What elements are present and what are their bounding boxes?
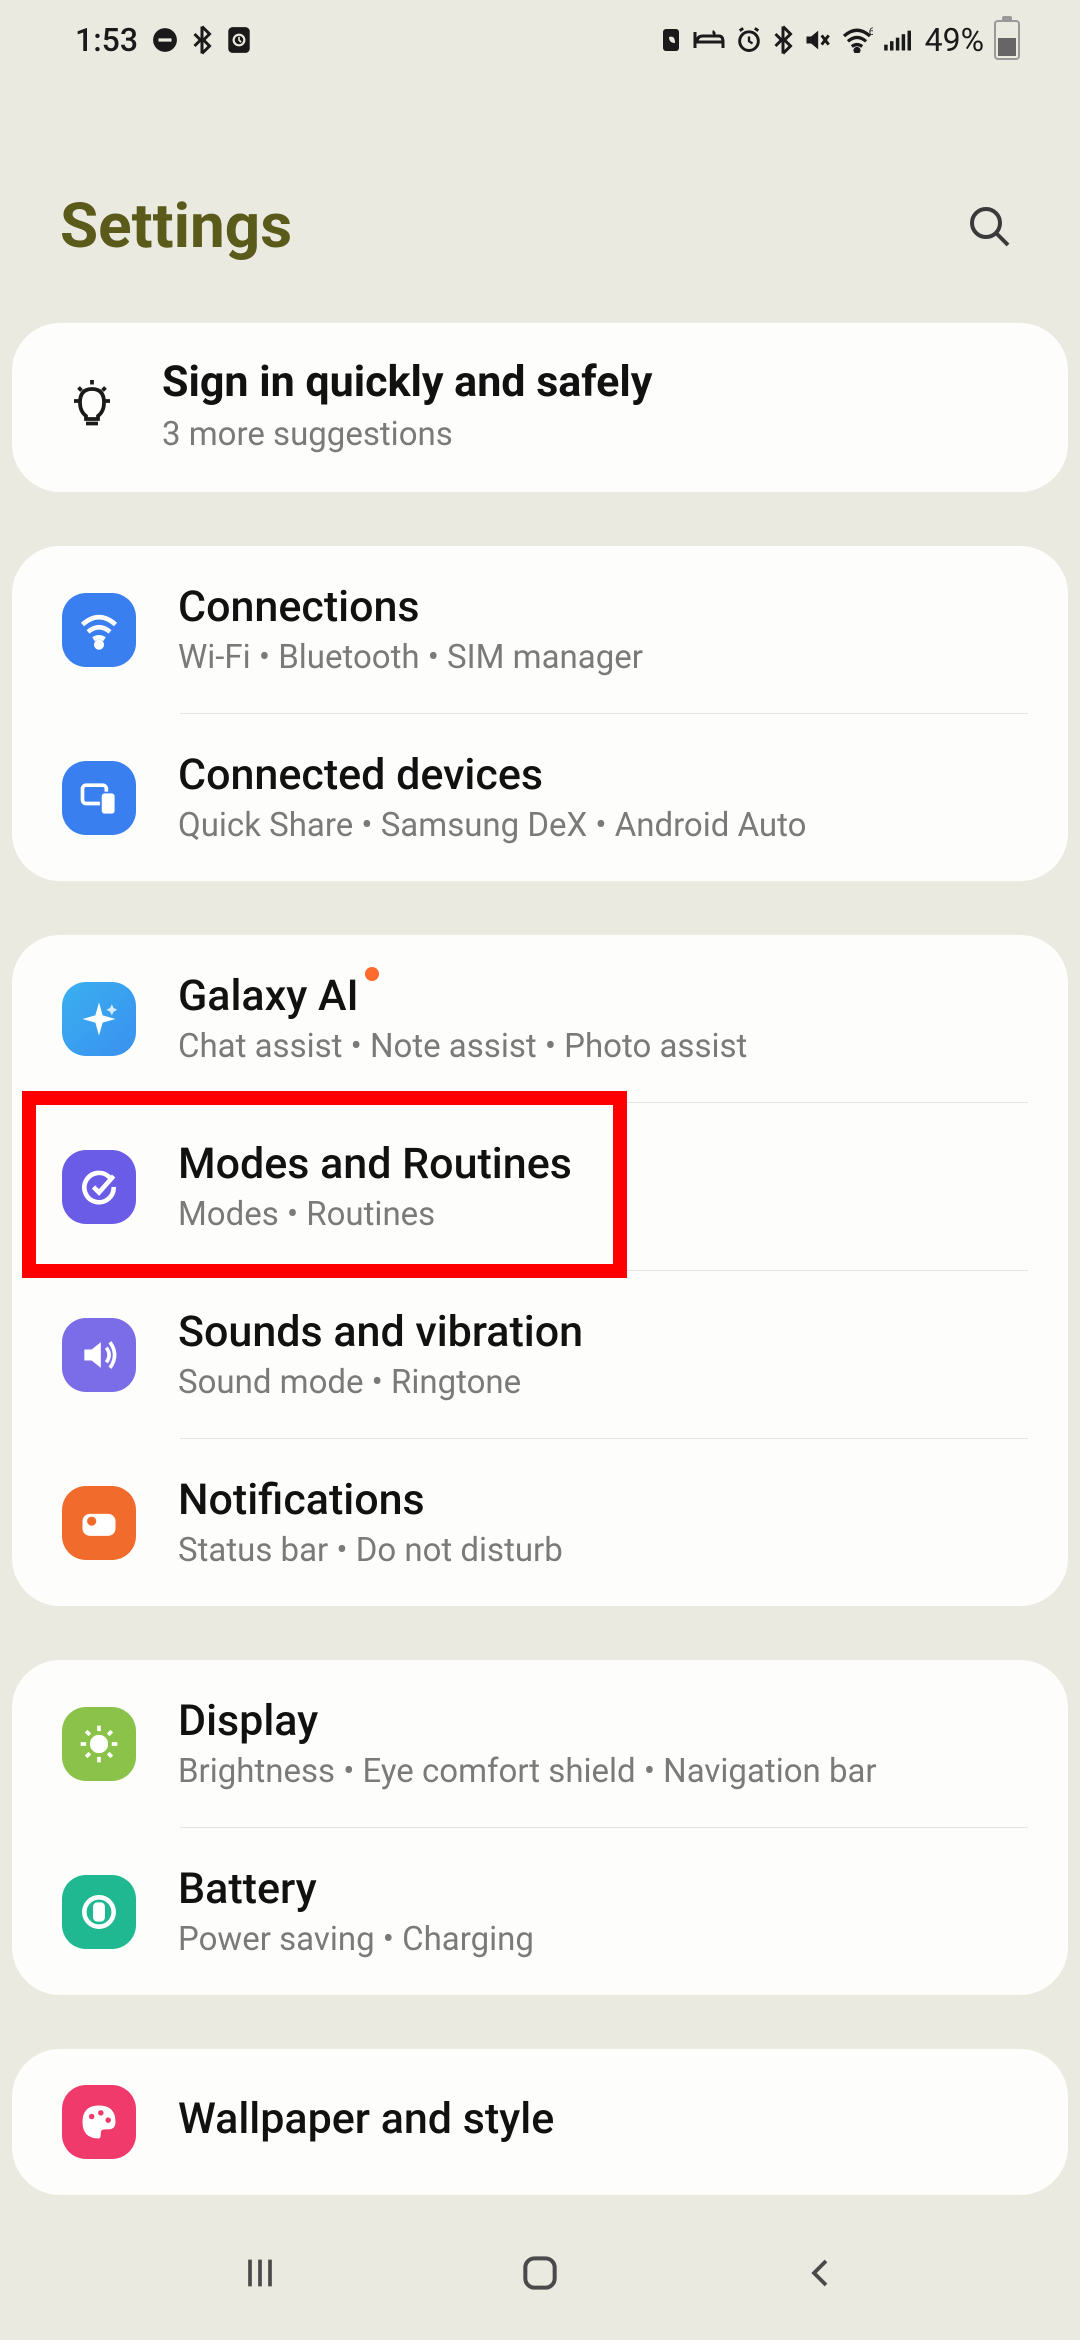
content: Sign in quickly and safely 3 more sugges… — [0, 323, 1080, 2195]
setting-title: Modes and Routines — [178, 1139, 572, 1189]
mute-icon — [803, 26, 831, 54]
recents-button[interactable] — [220, 2233, 300, 2313]
settings-group: Galaxy AI Chat assist • Note assist • Pho… — [12, 935, 1068, 1606]
setting-row-connections[interactable]: Connections Wi-Fi • Bluetooth • SIM manag… — [12, 546, 1068, 713]
suggestion-title: Sign in quickly and safely — [162, 357, 1028, 407]
settings-group: Wallpaper and style — [12, 2049, 1068, 2195]
bed-icon — [693, 28, 725, 52]
devices-icon — [62, 761, 136, 835]
setting-row-display[interactable]: Display Brightness • Eye comfort shield •… — [12, 1660, 1068, 1827]
setting-row-galaxy-ai[interactable]: Galaxy AI Chat assist • Note assist • Pho… — [12, 935, 1068, 1102]
battery-percentage: 49% — [925, 21, 984, 59]
setting-title: Display — [178, 1696, 318, 1746]
setting-row-battery[interactable]: Battery Power saving • Charging — [12, 1828, 1068, 1995]
sparkle-icon — [62, 982, 136, 1056]
setting-subtitle: Status bar • Do not disturb — [178, 1531, 1028, 1570]
signal-icon — [883, 28, 911, 52]
wifi-icon — [62, 593, 136, 667]
settings-group: Connections Wi-Fi • Bluetooth • SIM manag… — [12, 546, 1068, 881]
back-button[interactable] — [780, 2233, 860, 2313]
header: Settings — [0, 80, 1080, 323]
status-left: 1:53 — [75, 21, 252, 59]
palette-icon — [62, 2085, 136, 2159]
wifi-icon: 6 — [841, 27, 873, 53]
suggestion-subtitle: 3 more suggestions — [162, 415, 1028, 454]
navigation-bar — [0, 2205, 1080, 2340]
setting-title: Wallpaper and style — [178, 2094, 554, 2144]
home-button[interactable] — [500, 2233, 580, 2313]
setting-row-sounds-vibration[interactable]: Sounds and vibration Sound mode • Rington… — [12, 1271, 1068, 1438]
setting-title: Sounds and vibration — [178, 1307, 583, 1357]
setting-subtitle: Sound mode • Ringtone — [178, 1363, 1028, 1402]
setting-subtitle: Wi-Fi • Bluetooth • SIM manager — [178, 638, 1028, 677]
suggestion-card[interactable]: Sign in quickly and safely 3 more sugges… — [12, 323, 1068, 492]
setting-title: Galaxy AI — [178, 971, 359, 1021]
setting-title: Connected devices — [178, 750, 543, 800]
status-time: 1:53 — [75, 21, 138, 59]
check-circle-icon — [62, 1150, 136, 1224]
setting-subtitle: Quick Share • Samsung DeX • Android Auto — [178, 806, 1028, 845]
leaf-icon — [659, 25, 683, 55]
bluetooth-icon — [192, 25, 212, 55]
setting-row-wallpaper-style[interactable]: Wallpaper and style — [12, 2049, 1068, 2195]
status-right: 6 49% — [659, 20, 1020, 60]
svg-text:6: 6 — [868, 27, 872, 38]
lightbulb-icon — [62, 374, 122, 438]
setting-row-modes-routines[interactable]: Modes and Routines Modes • Routines — [12, 1103, 1068, 1270]
alarm-icon — [735, 26, 763, 54]
setting-title: Connections — [178, 582, 420, 632]
battery-icon — [994, 20, 1020, 60]
status-bar: 1:53 6 49% — [0, 0, 1080, 80]
bluetooth-status-icon — [773, 25, 793, 55]
setting-subtitle: Brightness • Eye comfort shield • Naviga… — [178, 1752, 1028, 1791]
dnd-icon — [152, 27, 178, 53]
page-title: Settings — [60, 190, 292, 263]
setting-row-connected-devices[interactable]: Connected devices Quick Share • Samsung D… — [12, 714, 1068, 881]
setting-subtitle: Chat assist • Note assist • Photo assist — [178, 1027, 1028, 1066]
new-badge-icon — [365, 967, 379, 981]
battery-icon — [62, 1875, 136, 1949]
app-icon — [226, 25, 252, 55]
setting-title: Battery — [178, 1864, 317, 1914]
volume-icon — [62, 1318, 136, 1392]
settings-group: Display Brightness • Eye comfort shield •… — [12, 1660, 1068, 1995]
setting-title: Notifications — [178, 1475, 425, 1525]
setting-row-notifications[interactable]: Notifications Status bar • Do not disturb — [12, 1439, 1068, 1606]
setting-subtitle: Modes • Routines — [178, 1195, 1028, 1234]
bell-icon — [62, 1486, 136, 1560]
sun-icon — [62, 1707, 136, 1781]
setting-subtitle: Power saving • Charging — [178, 1920, 1028, 1959]
search-button[interactable] — [960, 197, 1020, 257]
